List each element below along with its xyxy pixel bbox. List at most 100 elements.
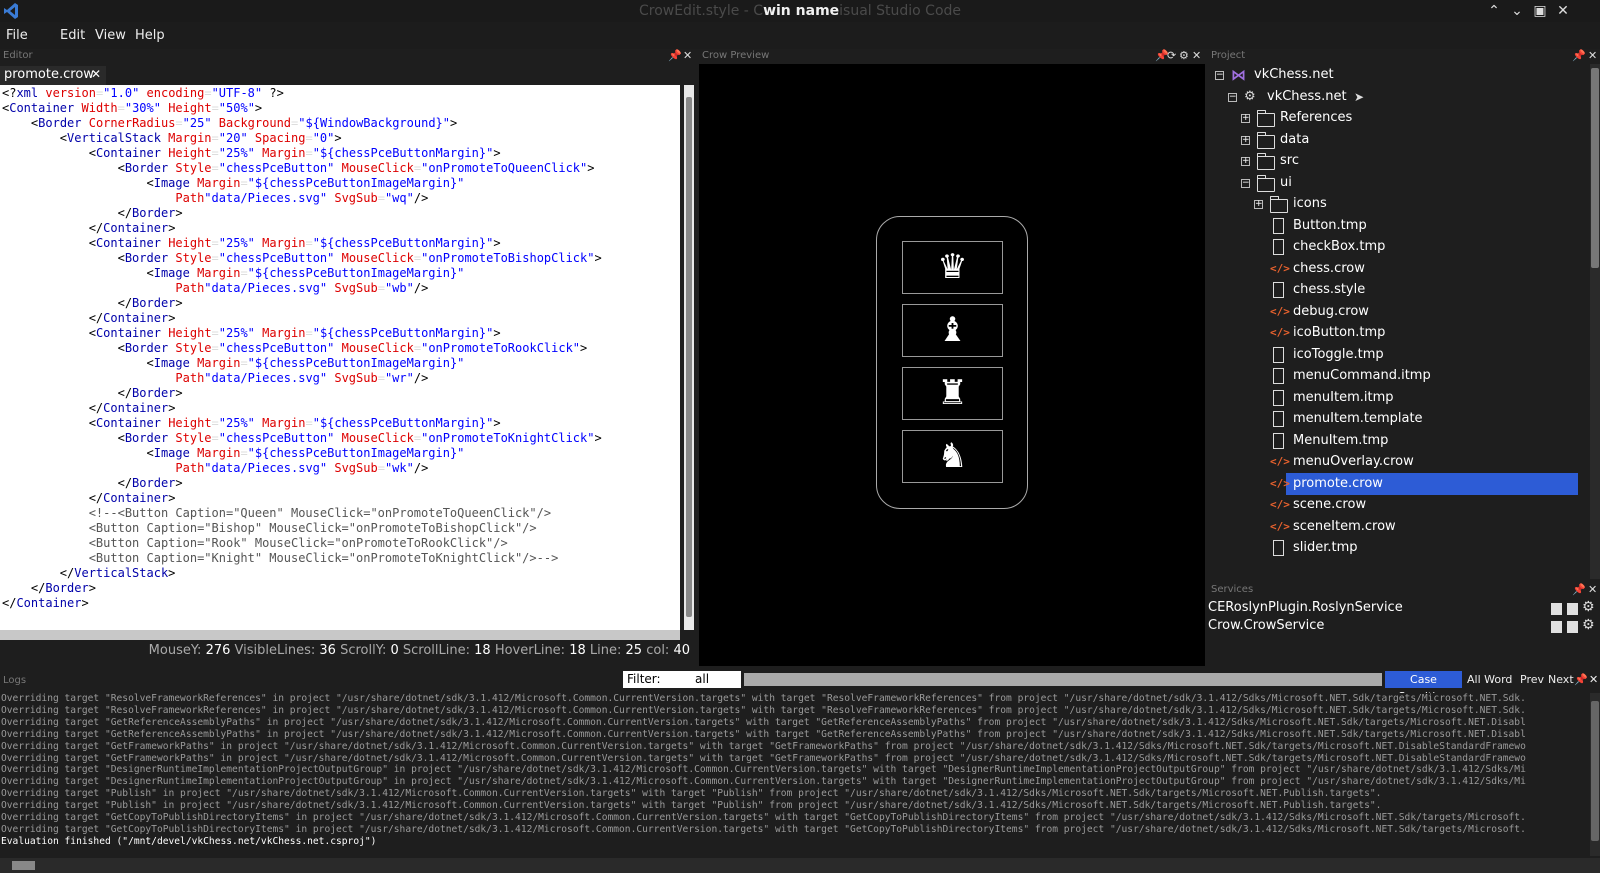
editor-vscroll-thumb[interactable] xyxy=(686,97,692,617)
code-line[interactable]: <Container Width="30%" Height="50%"> xyxy=(2,101,678,116)
close-button[interactable]: ✕ xyxy=(1554,2,1572,20)
code-line[interactable]: </Border> xyxy=(2,296,678,311)
log-hscroll-thumb[interactable] xyxy=(12,861,35,870)
expand-icon[interactable]: + xyxy=(1241,135,1250,145)
expand-icon[interactable]: + xyxy=(1241,157,1250,166)
code-line[interactable]: <Container Height="25%" Margin="${chessP… xyxy=(2,146,678,161)
promote-rook-button[interactable]: ♜ xyxy=(902,367,1003,420)
code-line[interactable]: <Button Caption="Rook" MouseClick="onPro… xyxy=(2,536,678,551)
pin-icon[interactable]: 📌 xyxy=(1572,49,1586,62)
code-line[interactable]: <?xml version="1.0" encoding="UTF-8" ?> xyxy=(2,86,678,101)
menu-edit[interactable]: Edit xyxy=(60,28,85,43)
code-line[interactable]: <Button Caption="Knight" MouseClick="onP… xyxy=(2,551,678,566)
tree-item[interactable]: </> sceneItem.crow xyxy=(1208,516,1586,538)
close-logs-panel-icon[interactable]: ✕ xyxy=(1589,671,1598,688)
pin-icon[interactable]: 📌 xyxy=(1572,583,1586,596)
code-line[interactable]: <Container Height="25%" Margin="${chessP… xyxy=(2,416,678,431)
code-line[interactable]: </Border> xyxy=(2,476,678,491)
tree-item[interactable]: MenuItem.tmp xyxy=(1208,430,1586,452)
restore-button[interactable]: ▣ xyxy=(1531,2,1549,20)
code-line[interactable]: Path"data/Pieces.svg" SvgSub="wb"/> xyxy=(2,281,678,296)
code-line[interactable]: <Border Style="chessPceButton" MouseClic… xyxy=(2,341,678,356)
project-tree-scroll-thumb[interactable] xyxy=(1591,68,1599,268)
close-services-panel-icon[interactable]: ✕ xyxy=(1588,583,1597,596)
code-line[interactable]: <VerticalStack Margin="20" Spacing="0"> xyxy=(2,131,678,146)
refresh-icon[interactable]: ⟳ xyxy=(1167,49,1176,62)
code-line[interactable]: </Border> xyxy=(2,206,678,221)
tree-item[interactable]: − ⋈ vkChess.net xyxy=(1208,64,1586,86)
log-filter-input[interactable]: Filter: all xyxy=(623,671,741,688)
code-line[interactable]: <Image Margin="${chessPceButtonImageMarg… xyxy=(2,446,678,461)
tree-item[interactable]: </> scene.crow xyxy=(1208,494,1586,516)
case-sensitive-toggle[interactable]: Case Sensitive xyxy=(1385,671,1462,703)
code-line[interactable]: Path"data/Pieces.svg" SvgSub="wk"/> xyxy=(2,461,678,476)
code-line[interactable]: </Container> xyxy=(2,311,678,326)
tree-item[interactable]: menuItem.itmp xyxy=(1208,387,1586,409)
gear-icon[interactable]: ⚙ xyxy=(1179,49,1189,62)
code-line[interactable]: <Container Height="25%" Margin="${chessP… xyxy=(2,326,678,341)
service-gear-icon[interactable]: ⚙ xyxy=(1582,617,1595,633)
code-line[interactable]: Path"data/Pieces.svg" SvgSub="wq"/> xyxy=(2,191,678,206)
minimize-button[interactable]: ⌃ xyxy=(1485,2,1503,20)
code-line[interactable]: <Border Style="chessPceButton" MouseClic… xyxy=(2,251,678,266)
tree-item[interactable]: + References xyxy=(1208,107,1586,129)
code-line[interactable]: </Container> xyxy=(2,491,678,506)
tree-item[interactable]: menuItem.template xyxy=(1208,408,1586,430)
code-line[interactable]: </Container> xyxy=(2,401,678,416)
tree-item[interactable]: slider.tmp xyxy=(1208,537,1586,559)
tab-promote-crow[interactable]: promote.crow ✕ xyxy=(0,66,106,85)
pin-icon[interactable]: 📌 xyxy=(1574,671,1588,688)
log-search-input[interactable] xyxy=(744,673,1382,686)
tree-item[interactable]: </> menuOverlay.crow xyxy=(1208,451,1586,473)
code-line[interactable]: <Image Margin="${chessPceButtonImageMarg… xyxy=(2,176,678,191)
code-editor[interactable]: <?xml version="1.0" encoding="UTF-8" ?> <… xyxy=(0,85,680,630)
log-vscroll-thumb[interactable] xyxy=(1591,701,1599,841)
code-line[interactable]: </VerticalStack> xyxy=(2,566,678,581)
tree-item[interactable]: </> icoButton.tmp xyxy=(1208,322,1586,344)
log-vertical-scrollbar[interactable] xyxy=(1590,693,1600,856)
pin-icon[interactable]: 📌 xyxy=(668,49,682,62)
menu-view[interactable]: View xyxy=(95,28,126,43)
service-stop-button[interactable] xyxy=(1567,603,1578,615)
tree-item[interactable]: </> chess.crow xyxy=(1208,258,1586,280)
collapse-icon[interactable]: − xyxy=(1215,71,1224,80)
expand-icon[interactable]: + xyxy=(1241,114,1250,123)
service-gear-icon[interactable]: ⚙ xyxy=(1582,599,1595,615)
expand-icon[interactable]: + xyxy=(1254,200,1263,209)
all-word-toggle[interactable]: All Word xyxy=(1467,671,1512,688)
tree-item[interactable]: chess.style xyxy=(1208,279,1586,301)
service-pause-button[interactable] xyxy=(1551,621,1562,633)
code-line[interactable]: </Border> xyxy=(2,386,678,401)
close-preview-panel-icon[interactable]: ✕ xyxy=(1192,49,1201,62)
service-item[interactable]: Crow.CrowService xyxy=(1208,618,1324,636)
code-line[interactable]: <!--<Button Caption="Queen" MouseClick="… xyxy=(2,506,678,521)
menu-help[interactable]: Help xyxy=(135,28,165,43)
promote-bishop-button[interactable]: ♝ xyxy=(902,304,1003,357)
tree-item[interactable]: checkBox.tmp xyxy=(1208,236,1586,258)
tree-item[interactable]: </> promote.crow xyxy=(1270,472,1578,495)
service-item[interactable]: CERoslynPlugin.RoslynService xyxy=(1208,600,1403,618)
tab-close-icon[interactable]: ✕ xyxy=(91,67,101,81)
code-line[interactable]: </Border> xyxy=(2,581,678,596)
service-pause-button[interactable] xyxy=(1551,603,1562,615)
tree-item[interactable]: − ui xyxy=(1208,172,1586,194)
log-output[interactable]: Overriding target "ResolveFrameworkRefer… xyxy=(0,693,1590,858)
tree-item[interactable]: + data xyxy=(1208,129,1586,151)
code-line[interactable]: </Container> xyxy=(2,596,678,611)
code-line[interactable]: </Container> xyxy=(2,221,678,236)
service-stop-button[interactable] xyxy=(1567,621,1578,633)
code-line[interactable]: <Image Margin="${chessPceButtonImageMarg… xyxy=(2,356,678,371)
tree-item[interactable]: − ⚙ vkChess.net ➤ xyxy=(1208,86,1586,108)
code-line[interactable]: <Container Height="25%" Margin="${chessP… xyxy=(2,236,678,251)
editor-vertical-scrollbar[interactable] xyxy=(684,85,694,630)
close-project-panel-icon[interactable]: ✕ xyxy=(1588,49,1597,62)
promote-knight-button[interactable]: ♞ xyxy=(902,430,1003,483)
code-line[interactable]: <Border CornerRadius="25" Background="${… xyxy=(2,116,678,131)
log-horizontal-scrollbar[interactable] xyxy=(0,858,1600,873)
prev-match-button[interactable]: Prev xyxy=(1520,671,1544,688)
maximize-button[interactable]: ⌄ xyxy=(1508,2,1526,20)
code-line[interactable]: <Border Style="chessPceButton" MouseClic… xyxy=(2,161,678,176)
next-match-button[interactable]: Next xyxy=(1548,671,1574,688)
close-editor-panel-icon[interactable]: ✕ xyxy=(683,49,692,62)
tree-item[interactable]: + src xyxy=(1208,150,1586,172)
